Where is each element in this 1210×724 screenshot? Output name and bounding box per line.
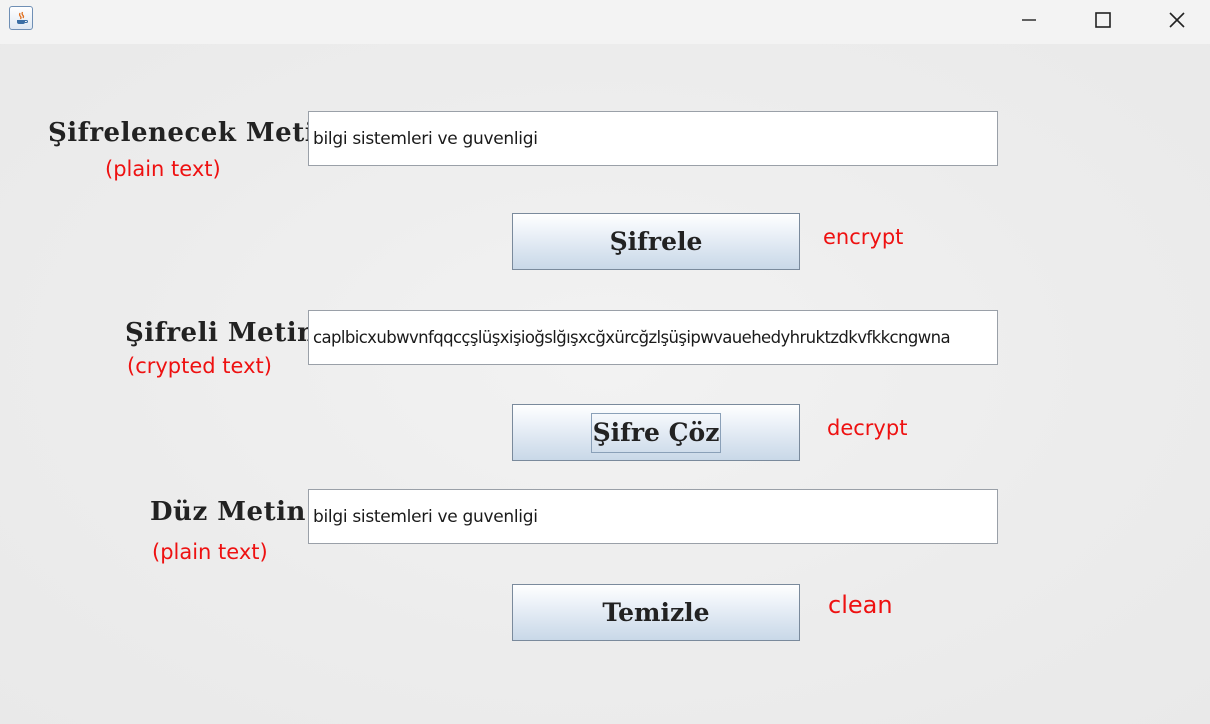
- plain-text-hint: (plain text): [105, 157, 221, 181]
- minimize-icon: [1022, 19, 1036, 21]
- close-button[interactable]: [1140, 0, 1210, 40]
- cipher-text-label: Şifreli Metin:: [125, 318, 327, 348]
- result-text-label: Düz Metin:: [150, 497, 316, 527]
- title-bar[interactable]: [0, 0, 1210, 44]
- clean-button-label: Temizle: [602, 598, 710, 627]
- decrypt-button[interactable]: Şifre Çöz: [512, 404, 800, 461]
- encrypt-button[interactable]: Şifrele: [512, 213, 800, 270]
- result-text-input[interactable]: [308, 489, 998, 544]
- clean-button[interactable]: Temizle: [512, 584, 800, 641]
- cipher-text-input[interactable]: [308, 310, 998, 365]
- maximize-button[interactable]: [1066, 0, 1140, 40]
- close-icon: [1169, 12, 1185, 28]
- maximize-icon: [1095, 12, 1111, 28]
- encrypt-hint: encrypt: [823, 225, 904, 249]
- java-app-icon[interactable]: [9, 6, 33, 30]
- minimize-button[interactable]: [992, 0, 1066, 40]
- decrypt-button-label: Şifre Çöz: [590, 412, 722, 453]
- encrypt-button-label: Şifrele: [609, 227, 703, 256]
- clean-hint: clean: [828, 591, 893, 619]
- plain-text-input[interactable]: [308, 111, 998, 166]
- app-window: Şifrelenecek Metin: (plain text) Şifrele…: [0, 0, 1210, 724]
- cipher-text-hint: (crypted text): [127, 354, 272, 378]
- plain-text-label: Şifrelenecek Metin:: [48, 118, 345, 148]
- result-text-hint: (plain text): [152, 540, 268, 564]
- decrypt-hint: decrypt: [827, 416, 908, 440]
